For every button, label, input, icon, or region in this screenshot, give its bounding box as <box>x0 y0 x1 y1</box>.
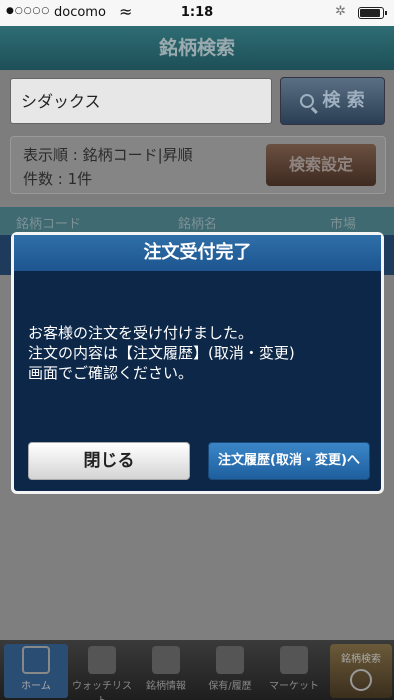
status-bar: ●○○○○ docomo ≈ 1:18 ✲ <box>0 0 394 26</box>
tab-home[interactable]: ホーム <box>4 644 68 698</box>
page-title: 銘柄検索 <box>0 26 394 70</box>
order-complete-dialog: 注文受付完了 お客様の注文を受け付けました。 注文の内容は【注文履歴】(取消・変… <box>11 232 384 494</box>
tab-holdings-history[interactable]: 保有/履歴 <box>198 644 262 698</box>
dialog-message-line: 画面でご確認ください。 <box>28 364 194 382</box>
tab-stock-info[interactable]: 銘柄情報 <box>134 644 198 698</box>
sort-order-text: 表示順 : 銘柄コード|昇順 <box>23 146 193 164</box>
dialog-message-line: お客様の注文を受け付けました。 <box>28 324 254 342</box>
globe-icon <box>280 646 308 674</box>
result-count-text: 件数 : 1件 <box>23 170 93 188</box>
search-icon <box>300 94 315 108</box>
column-header-code: 銘柄コード <box>16 217 82 232</box>
search-settings-button[interactable]: 検索設定 <box>266 144 376 186</box>
star-folder-icon <box>88 646 116 674</box>
tab-label: マーケット <box>269 681 319 692</box>
home-grid-icon <box>22 646 50 674</box>
search-shortcut-button[interactable]: 銘柄検索 <box>330 644 392 698</box>
tab-market[interactable]: マーケット <box>262 644 326 698</box>
tab-label: 銘柄情報 <box>146 681 186 692</box>
dialog-title: 注文受付完了 <box>14 235 381 271</box>
tab-label: ウォッチリスト <box>72 681 132 700</box>
dialog-message-line: 注文の内容は【注文履歴】(取消・変更) <box>28 344 295 362</box>
search-shortcut-label: 銘柄検索 <box>341 654 381 665</box>
close-button[interactable]: 閉じる <box>28 442 190 480</box>
result-table-header: 銘柄コード 銘柄名 市場 <box>0 207 394 235</box>
tab-label: 保有/履歴 <box>208 681 252 692</box>
search-button-label: 検 索 <box>322 90 365 111</box>
battery-icon <box>358 7 387 19</box>
info-chart-icon <box>152 646 180 674</box>
tab-watchlist[interactable]: ウォッチリスト <box>70 644 134 700</box>
column-header-market: 市場 <box>330 217 357 232</box>
dialog-message: お客様の注文を受け付けました。 注文の内容は【注文履歴】(取消・変更) 画面でご… <box>28 323 368 383</box>
magnifier-icon <box>350 669 372 691</box>
clipboard-icon <box>216 646 244 674</box>
search-button[interactable]: 検 索 <box>280 77 385 125</box>
tab-bar: ホーム ウォッチリスト 銘柄情報 保有/履歴 マーケット 銘柄検索 <box>0 640 394 700</box>
order-history-button[interactable]: 注文履歴(取消・変更)へ <box>208 442 370 480</box>
column-header-name: 銘柄名 <box>178 217 218 232</box>
search-input[interactable]: シダックス <box>10 78 272 124</box>
bluetooth-icon: ✲ <box>335 4 346 19</box>
tab-label: ホーム <box>21 681 51 692</box>
